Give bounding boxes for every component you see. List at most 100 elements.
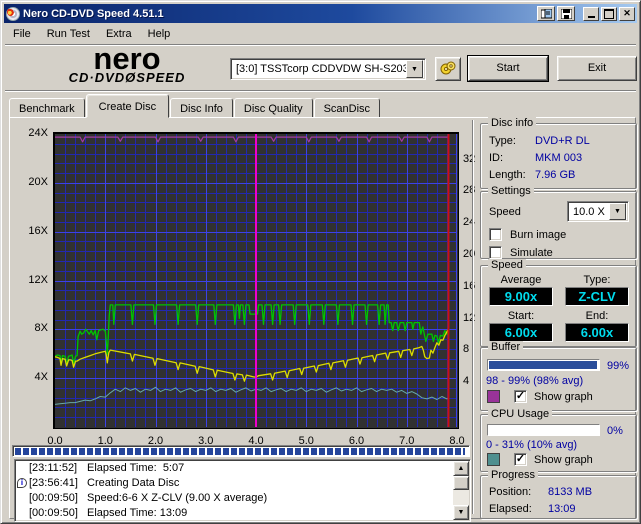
eject-disc-icon (439, 61, 457, 78)
progress-group: Progress Position: 8133 MB Elapsed: 13:0… (480, 475, 637, 519)
axis-tick-label: 4X (10, 371, 48, 383)
log-timestamp: [00:09:50] (29, 506, 87, 520)
tabstrip: BenchmarkCreate DiscDisc InfoDisc Qualit… (9, 94, 381, 118)
disc-type-label: Type: (489, 135, 516, 147)
series-transfer-rate (55, 329, 449, 382)
speed-average-display: 9.00x (489, 287, 553, 306)
settings-title: Settings (488, 185, 534, 197)
titlebar-report-button[interactable] (537, 6, 555, 21)
tab-disc-quality[interactable]: Disc Quality (234, 98, 313, 118)
progress-title: Progress (488, 469, 538, 481)
speed-select-value: 10.0 X (568, 206, 609, 218)
speed-title: Speed (488, 259, 526, 271)
log-scrollbar[interactable]: ▲ ▼ (453, 461, 469, 520)
minimize-button[interactable] (583, 7, 599, 21)
cpu-percent: 0% (607, 425, 623, 437)
chevron-down-icon: ▼ (411, 66, 418, 73)
speed-average-label: Average (489, 274, 553, 286)
progress-position-value: 8133 MB (548, 486, 592, 498)
log-entry: [00:09:50]Elapsed Time: 13:09 (15, 506, 470, 520)
close-icon: ✕ (623, 9, 631, 18)
tab-create-disc[interactable]: Create Disc (86, 94, 169, 118)
speed-start-display: 6.00x (489, 323, 553, 342)
status-log[interactable]: [23:11:52]Elapsed Time: 5:07i[23:56:41]C… (14, 459, 471, 522)
speed-type-label: Type: (565, 274, 629, 286)
disc-id-label: ID: (489, 152, 503, 164)
buffer-group: Buffer 99% 98 - 99% (98% avg) ✓ Show gra… (480, 347, 637, 411)
cpu-show-graph-label: Show graph (534, 454, 593, 466)
chart-canvas (55, 134, 457, 427)
tab-scandisc[interactable]: ScanDisc (314, 98, 380, 118)
speed-chart (53, 132, 459, 429)
speed-select[interactable]: 10.0 X ▼ (567, 201, 629, 222)
scrollbar-thumb[interactable] (453, 476, 469, 490)
cpu-show-graph-checkbox[interactable]: ✓ (514, 453, 527, 466)
log-timestamp: [00:09:50] (29, 491, 87, 505)
log-entry: [23:11:52]Elapsed Time: 5:07 (15, 461, 470, 475)
drive-select-arrow-button[interactable]: ▼ (406, 60, 423, 78)
close-button[interactable]: ✕ (619, 7, 635, 21)
buffer-bar (487, 359, 600, 371)
speed-type-display: Z-CLV (565, 287, 629, 306)
progress-elapsed-label: Elapsed: (489, 503, 532, 515)
disc-info-group: Disc info Type: DVD+R DL ID: MKM 003 Len… (480, 123, 637, 189)
burn-image-label: Burn image (510, 229, 566, 241)
log-timestamp: [23:56:41] (29, 476, 87, 490)
log-message: Elapsed Time: 13:09 (87, 506, 470, 520)
progress-position-label: Position: (489, 486, 531, 498)
maximize-button[interactable] (601, 7, 617, 21)
separator (5, 90, 636, 92)
burn-image-checkbox[interactable] (489, 228, 502, 241)
app-icon (6, 7, 20, 21)
speed-select-arrow-button[interactable]: ▼ (609, 203, 626, 220)
log-entry: i[23:56:41]Creating Data Disc (15, 476, 470, 490)
axis-tick-label: 12X (10, 274, 48, 286)
buffer-show-graph-label: Show graph (534, 391, 593, 403)
speed-group: Speed Average Type: 9.00x Z-CLV Start: E… (480, 265, 637, 347)
save-icon (561, 9, 572, 19)
logo-text-nero: nero (29, 45, 225, 72)
eject-button[interactable] (435, 57, 461, 81)
series-cpu-usage (55, 387, 449, 404)
menu-item-file[interactable]: File (5, 26, 39, 42)
log-message: Creating Data Disc (87, 476, 470, 490)
scroll-down-icon: ▼ (458, 509, 465, 516)
cpu-group: CPU Usage 0% 0 - 31% (10% avg) ✓ Show gr… (480, 414, 637, 472)
cpu-range: 0 - 31% (10% avg) (486, 439, 577, 451)
titlebar-save-button[interactable] (557, 6, 575, 21)
scroll-up-button[interactable]: ▲ (453, 461, 469, 476)
logo-text-cddvdspeed: CD·DVDØSPEED (29, 70, 225, 85)
drive-select[interactable]: [3:0] TSSTcorp CDDVDW SH-S203B SB00 ▼ (230, 58, 426, 80)
tab-benchmark[interactable]: Benchmark (9, 98, 85, 118)
menu-item-run-test[interactable]: Run Test (39, 26, 98, 42)
start-button[interactable]: Start (468, 56, 548, 81)
speed-end-display: 6.00x (565, 323, 629, 342)
scroll-up-icon: ▲ (458, 465, 465, 472)
buffer-percent: 99% (607, 360, 629, 372)
overall-progress-fill (15, 448, 465, 455)
scroll-down-button[interactable]: ▼ (453, 505, 469, 520)
progress-elapsed-value: 13:09 (548, 503, 576, 515)
titlebar: Nero CD-DVD Speed 4.51.1 ✕ (4, 4, 637, 23)
nero-logo: nero CD·DVDØSPEED (29, 45, 225, 85)
info-balloon-icon: i (17, 478, 27, 488)
cpu-title: CPU Usage (488, 408, 552, 420)
buffer-title: Buffer (488, 341, 523, 353)
series-buffer-level (55, 137, 449, 142)
settings-group: Settings Speed 10.0 X ▼ Burn image Simul… (480, 191, 637, 259)
app-window: Nero CD-DVD Speed 4.51.1 ✕ FileRun TestE… (0, 0, 641, 524)
chevron-down-icon: ▼ (614, 208, 621, 215)
speed-select-label: Speed (489, 206, 521, 218)
axis-tick-label: 20X (10, 176, 48, 188)
log-entry: [00:09:50]Speed:6-6 X Z-CLV (9.00 X aver… (15, 491, 470, 505)
tab-disc-info[interactable]: Disc Info (170, 98, 233, 118)
axis-tick-label: 16X (10, 225, 48, 237)
buffer-show-graph-checkbox[interactable]: ✓ (514, 390, 527, 403)
drive-select-value: [3:0] TSSTcorp CDDVDW SH-S203B SB00 (231, 63, 406, 75)
menu-item-help[interactable]: Help (140, 26, 179, 42)
simulate-checkbox[interactable] (489, 246, 502, 259)
exit-button[interactable]: Exit (557, 56, 637, 81)
menu-item-extra[interactable]: Extra (98, 26, 140, 42)
report-icon (541, 9, 552, 19)
axis-tick-label: 24X (10, 127, 48, 139)
